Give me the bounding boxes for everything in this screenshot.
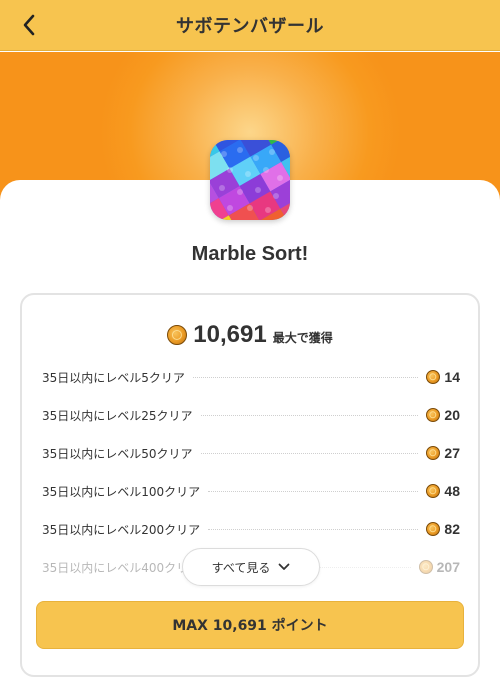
task-row: 35日以内にレベル200クリア 82 bbox=[42, 519, 460, 539]
max-points-button[interactable]: MAX 10,691 ポイント bbox=[36, 601, 464, 649]
dotted-divider bbox=[200, 452, 418, 454]
marble-grid-icon bbox=[210, 140, 290, 220]
task-points: 207 bbox=[436, 559, 460, 575]
chevron-down-icon bbox=[278, 563, 290, 570]
coin-icon bbox=[426, 446, 440, 460]
task-points: 82 bbox=[444, 521, 460, 537]
coin-icon bbox=[426, 370, 440, 384]
task-label: 35日以内にレベル5クリア bbox=[42, 370, 185, 385]
task-reward: 207 bbox=[418, 559, 460, 575]
task-row: 35日以内にレベル50クリア 27 bbox=[42, 443, 460, 463]
task-reward: 48 bbox=[426, 483, 460, 499]
task-reward: 27 bbox=[426, 445, 460, 461]
task-points: 20 bbox=[444, 407, 460, 423]
task-label: 35日以内にレベル100クリア bbox=[42, 484, 201, 499]
see-all-label: すべて見る bbox=[211, 560, 271, 575]
dotted-divider bbox=[192, 376, 418, 378]
task-row: 35日以内にレベル5クリア 14 bbox=[42, 367, 460, 387]
see-all-button[interactable]: すべて見る bbox=[182, 548, 320, 586]
task-points: 14 bbox=[444, 369, 460, 385]
task-reward: 20 bbox=[426, 407, 460, 423]
dotted-divider bbox=[208, 528, 418, 530]
task-label: 35日以内にレベル50クリア bbox=[42, 446, 193, 461]
total-points-row: 10,691 最大で獲得 bbox=[22, 321, 478, 349]
task-reward: 14 bbox=[426, 369, 460, 385]
app-header: サボテンバザール bbox=[0, 0, 500, 51]
total-points-value: 10,691 bbox=[193, 321, 267, 348]
task-label: 35日以内にレベル200クリア bbox=[42, 522, 201, 537]
task-row: 35日以内にレベル25クリア 20 bbox=[42, 405, 460, 425]
rewards-card: 10,691 最大で獲得 35日以内にレベル5クリア 14 35日以内にレベル2… bbox=[20, 293, 480, 677]
coin-icon bbox=[426, 484, 440, 498]
task-label: 35日以内にレベル400クリア bbox=[42, 560, 201, 575]
task-points: 27 bbox=[444, 445, 460, 461]
coin-icon bbox=[426, 522, 440, 536]
page-title: サボテンバザール bbox=[176, 16, 324, 37]
task-row: 35日以内にレベル100クリア 48 bbox=[42, 481, 460, 501]
coin-icon bbox=[426, 408, 440, 422]
chevron-left-icon bbox=[23, 14, 35, 36]
dotted-divider bbox=[200, 414, 418, 416]
marble-sort-app-icon bbox=[210, 140, 290, 220]
total-points-suffix: 最大で獲得 bbox=[272, 331, 333, 345]
dotted-divider bbox=[208, 490, 418, 492]
task-reward: 82 bbox=[426, 521, 460, 537]
coin-icon bbox=[418, 560, 433, 574]
back-button[interactable] bbox=[14, 10, 44, 40]
coin-icon bbox=[167, 325, 188, 345]
app-name: Marble Sort! bbox=[191, 243, 309, 265]
task-points: 48 bbox=[444, 483, 460, 499]
task-label: 35日以内にレベル25クリア bbox=[42, 408, 193, 423]
